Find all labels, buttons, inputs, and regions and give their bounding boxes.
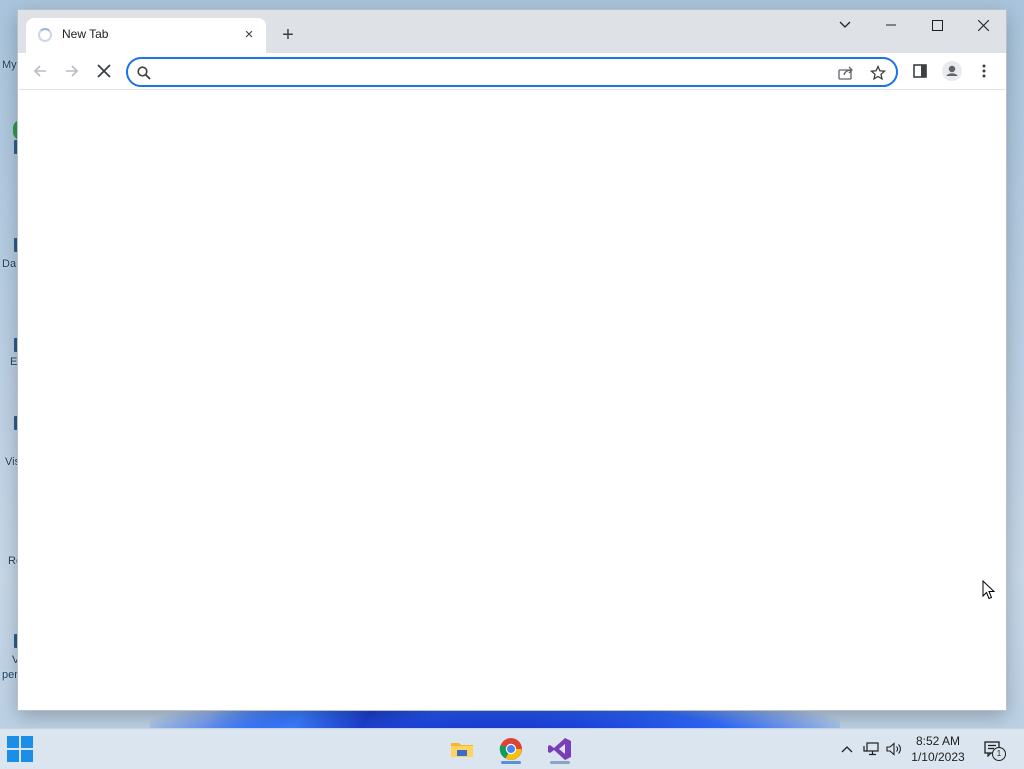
- search-icon: [132, 61, 156, 85]
- taskbar: 8:52 AM 1/10/2023 1: [0, 728, 1024, 769]
- visual-studio-icon: [548, 738, 571, 760]
- chrome-icon: [499, 738, 522, 760]
- loading-spinner-icon: [38, 28, 52, 42]
- show-hidden-icons-button[interactable]: [838, 740, 856, 758]
- bookmark-star-button[interactable]: [866, 61, 890, 85]
- share-icon: [838, 66, 853, 80]
- clock-date: 1/10/2023: [911, 750, 965, 764]
- avatar-icon: [942, 61, 962, 81]
- speaker-icon: [886, 742, 901, 756]
- desktop-icon-label[interactable]: per: [2, 669, 18, 681]
- address-input[interactable]: [160, 62, 824, 84]
- desktop-icon-label[interactable]: Da: [2, 258, 16, 270]
- title-bar[interactable]: New Tab × +: [18, 10, 1006, 53]
- close-window-button[interactable]: [960, 10, 1006, 40]
- system-clock[interactable]: 8:52 AM 1/10/2023: [906, 733, 970, 765]
- menu-button[interactable]: [970, 57, 998, 85]
- mouse-cursor-icon: [982, 580, 996, 600]
- network-button[interactable]: [862, 740, 880, 758]
- arrow-right-icon: [66, 65, 79, 77]
- desktop-icon-label[interactable]: My: [2, 59, 17, 71]
- tab-search-button[interactable]: [822, 10, 868, 40]
- stop-loading-button[interactable]: [90, 57, 118, 85]
- page-content[interactable]: [18, 90, 1006, 710]
- minimize-icon: [886, 24, 896, 26]
- taskbar-visual-studio[interactable]: [540, 733, 580, 765]
- active-app-indicator: [501, 761, 521, 764]
- clock-time: 8:52 AM: [915, 734, 961, 748]
- taskbar-chrome[interactable]: [491, 733, 531, 765]
- star-icon: [870, 65, 886, 81]
- maximize-button[interactable]: [914, 10, 960, 40]
- maximize-icon: [931, 19, 943, 31]
- share-button[interactable]: [834, 61, 858, 85]
- forward-button[interactable]: [58, 57, 86, 85]
- volume-button[interactable]: [885, 740, 903, 758]
- back-button[interactable]: [26, 57, 54, 85]
- folder-icon: [451, 743, 473, 757]
- chevron-down-icon: [839, 21, 851, 28]
- start-button[interactable]: [0, 733, 40, 765]
- windows-logo-icon: [7, 736, 33, 762]
- address-bar[interactable]: [126, 57, 898, 87]
- more-vertical-icon: [982, 64, 986, 78]
- taskbar-file-explorer[interactable]: [442, 733, 482, 765]
- side-panel-icon: [913, 64, 927, 78]
- browser-window: New Tab × +: [18, 10, 1006, 710]
- network-icon: [863, 742, 879, 756]
- running-app-indicator: [550, 761, 570, 764]
- notification-count-badge: 1: [992, 747, 1006, 761]
- minimize-button[interactable]: [868, 10, 914, 40]
- browser-toolbar: [18, 53, 1006, 90]
- chevron-up-icon: [841, 746, 853, 753]
- side-panel-button[interactable]: [906, 57, 934, 85]
- close-icon: [97, 64, 111, 78]
- profile-button[interactable]: [938, 57, 966, 85]
- desktop-icon-label[interactable]: E: [10, 356, 17, 368]
- close-icon: [977, 19, 989, 31]
- tab-close-button[interactable]: ×: [238, 24, 260, 46]
- notification-center-button[interactable]: 1: [982, 740, 1006, 761]
- new-tab-button[interactable]: +: [276, 24, 300, 48]
- arrow-left-icon: [33, 65, 46, 77]
- tab-new-tab[interactable]: New Tab ×: [26, 18, 266, 53]
- tab-title: New Tab: [62, 27, 109, 41]
